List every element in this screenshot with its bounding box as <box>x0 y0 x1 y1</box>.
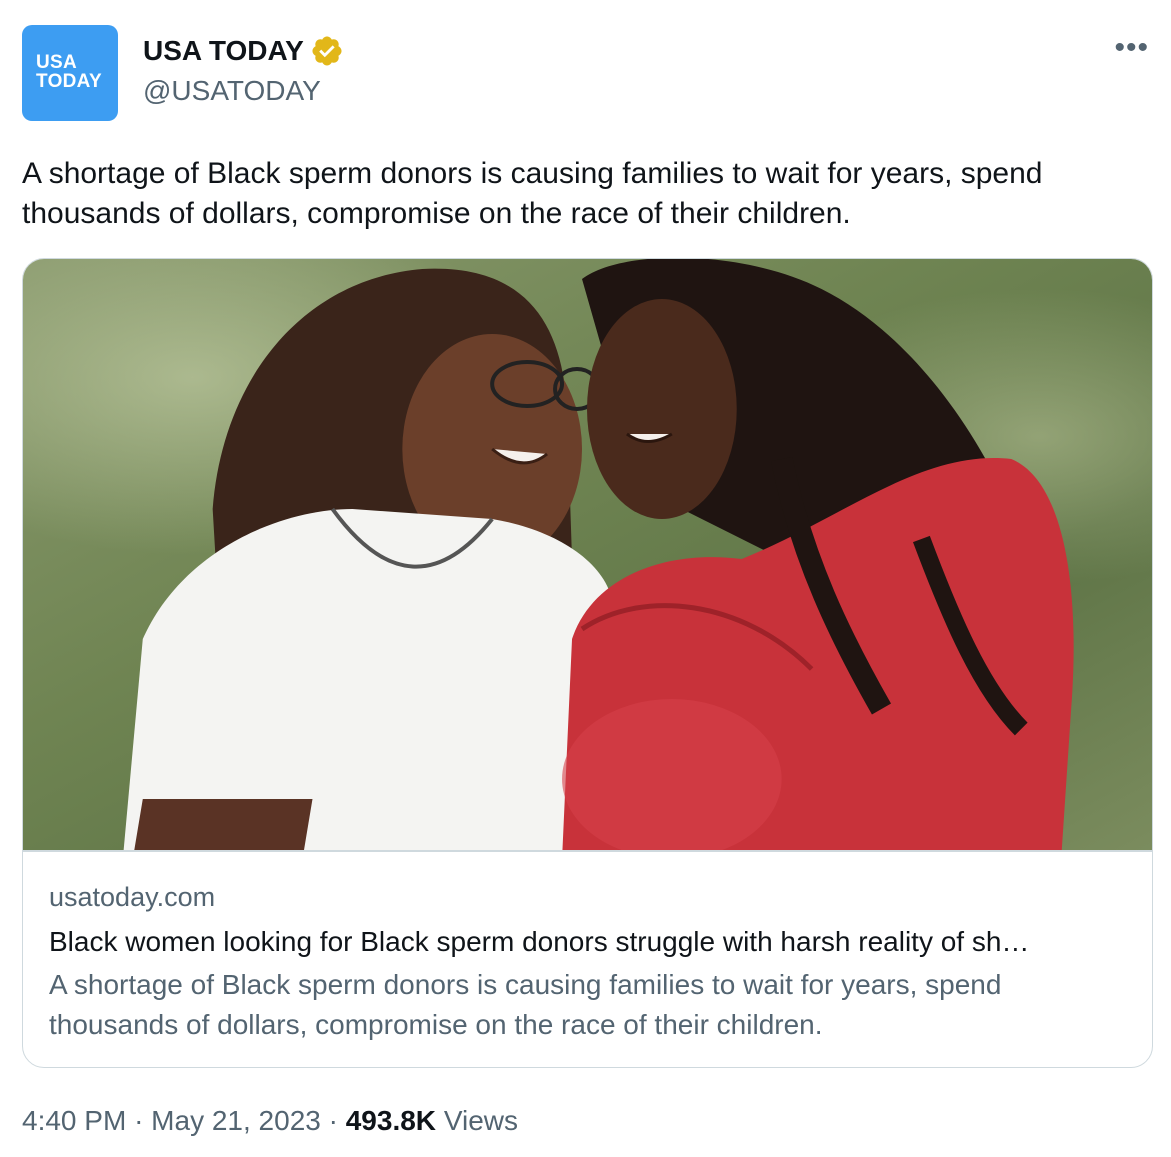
card-image[interactable] <box>23 259 1152 851</box>
card-description: A shortage of Black sperm donors is caus… <box>49 969 1002 1040</box>
card-domain: usatoday.com <box>49 882 216 912</box>
display-name[interactable]: USA TODAY <box>143 32 304 70</box>
author-name-row: USA TODAY <box>143 32 344 70</box>
tweet: USA TODAY USA TODAY @USATODAY ••• A shor… <box>0 0 1171 1157</box>
tweet-text: A shortage of Black sperm donors is caus… <box>22 157 1043 230</box>
tweet-meta: 4:40 PM · May 21, 2023 · 493.8K Views <box>22 1102 518 1140</box>
tweet-time[interactable]: 4:40 PM <box>22 1105 126 1136</box>
card-title: Black women looking for Black sperm dono… <box>49 926 1030 957</box>
avatar-text-line2: TODAY <box>36 71 102 92</box>
author-handle[interactable]: @USATODAY <box>143 74 321 108</box>
link-card[interactable]: usatoday.com Black women looking for Bla… <box>22 258 1153 1068</box>
gold-verified-icon[interactable] <box>310 34 344 68</box>
avatar-text-line1: USA <box>36 52 78 73</box>
more-options-icon[interactable]: ••• <box>1114 33 1149 63</box>
card-divider <box>23 850 1152 852</box>
meta-separator: · <box>134 1105 144 1136</box>
views-label: Views <box>443 1105 518 1136</box>
tweet-date[interactable]: May 21, 2023 <box>151 1105 321 1136</box>
avatar[interactable]: USA TODAY <box>22 25 118 121</box>
meta-separator: · <box>328 1105 338 1136</box>
views-count: 493.8K <box>345 1105 437 1136</box>
